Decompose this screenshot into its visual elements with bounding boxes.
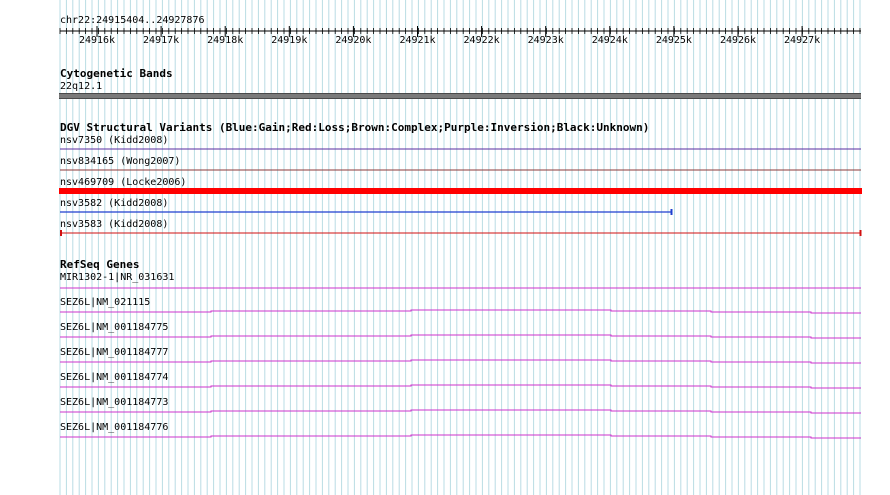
dgv-feature-end-cap: [859, 230, 862, 236]
gene-feature-glyph[interactable]: [60, 334, 861, 339]
gene-feature-glyph[interactable]: [60, 434, 861, 439]
dgv-feature-glyph[interactable]: [59, 188, 862, 194]
genome-browser-view: chr22:24915404..24927876 24916k 24917k 249…: [0, 0, 890, 495]
gene-feature-glyph[interactable]: [60, 309, 861, 314]
feature-glyphs: [59, 148, 862, 439]
gene-feature-glyph[interactable]: [60, 384, 861, 389]
dgv-feature-end-cap: [670, 209, 673, 215]
gene-feature-glyph[interactable]: [60, 409, 861, 414]
gene-feature-glyph[interactable]: [60, 359, 861, 364]
dgv-feature-end-cap: [60, 230, 62, 236]
